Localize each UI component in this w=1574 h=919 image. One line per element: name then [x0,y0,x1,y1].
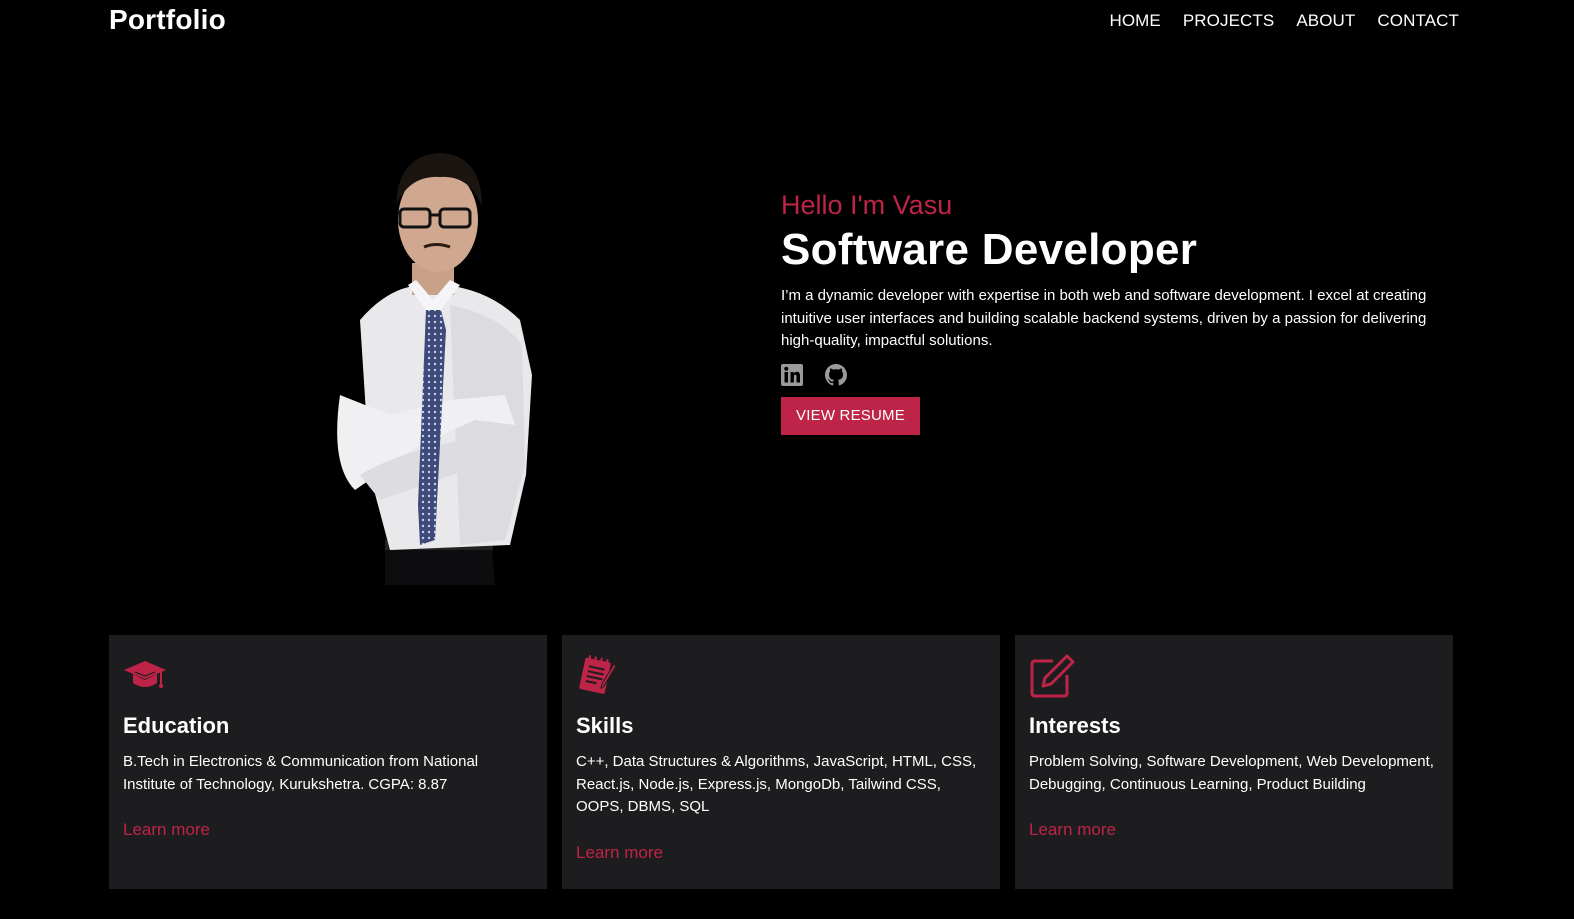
learn-more-link[interactable]: Learn more [123,820,210,840]
card-text: C++, Data Structures & Algorithms, JavaS… [576,753,977,815]
skills-card: Skills C++, Data Structures & Algorithms… [562,635,1000,889]
portfolio-page: Portfolio HOME PROJECTS ABOUT CONTACT He… [0,0,1574,919]
profile-photo [300,145,560,585]
site-logo[interactable]: Portfolio [109,4,226,36]
card-title: Skills [576,713,634,738]
learn-more-link[interactable]: Learn more [576,843,663,863]
intro-text: I’m a dynamic developer with expertise i… [781,287,1427,349]
nav-about[interactable]: ABOUT [1296,11,1355,31]
education-card: Education B.Tech in Electronics & Commun… [109,635,547,889]
card-title: Education [123,713,230,738]
card-text: Problem Solving, Software Development, W… [1029,753,1434,793]
nav-home[interactable]: HOME [1109,11,1160,31]
nav-contact[interactable]: CONTACT [1377,11,1459,31]
social-links [781,363,1461,387]
github-icon[interactable] [825,363,847,386]
learn-more-link[interactable]: Learn more [1029,820,1116,840]
notepad-pencil-icon [576,653,985,699]
info-cards: Education B.Tech in Electronics & Commun… [109,635,1453,889]
view-resume-button[interactable]: VIEW RESUME [781,396,920,435]
hero-section: Hello I'm Vasu Software Developer I’m a … [781,190,1461,435]
graduation-cap-icon [123,653,532,699]
linkedin-icon[interactable] [781,363,803,386]
role-title: Software Developer [781,225,1198,274]
interests-card: Interests Problem Solving, Software Deve… [1015,635,1453,889]
card-title: Interests [1029,713,1121,738]
card-text: B.Tech in Electronics & Communication fr… [123,753,479,793]
greeting: Hello I'm Vasu [781,190,953,220]
nav-projects[interactable]: PROJECTS [1183,11,1274,31]
edit-icon [1029,653,1438,699]
main-nav: HOME PROJECTS ABOUT CONTACT [1109,11,1459,31]
